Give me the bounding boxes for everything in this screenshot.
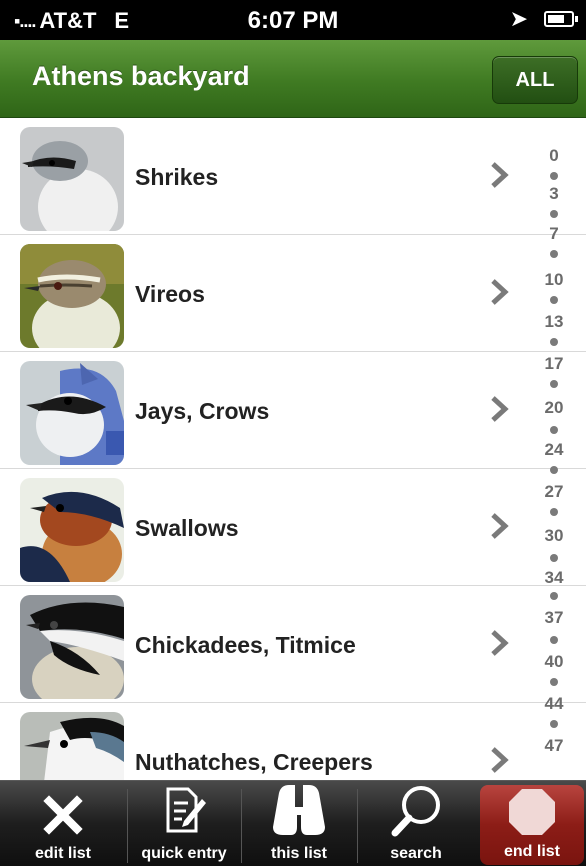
index-entry[interactable]: 37 (536, 608, 572, 628)
page-title: Athens backyard (32, 61, 250, 91)
index-entry[interactable]: 30 (536, 526, 572, 546)
index-entry[interactable]: 24 (536, 440, 572, 460)
swallow-thumbnail (20, 478, 124, 582)
bottom-toolbar: edit list quick entry this list search e… (0, 780, 586, 866)
index-entry[interactable]: 10 (536, 270, 572, 290)
blue-jay-thumbnail (20, 361, 124, 465)
list-item-label: Jays, Crows (135, 398, 270, 424)
index-dot (550, 678, 558, 686)
shrike-thumbnail (20, 127, 124, 231)
list-item[interactable]: Vireos (0, 235, 586, 352)
edit-document-icon (166, 787, 206, 833)
index-entry[interactable]: 27 (536, 482, 572, 502)
search-icon (391, 786, 440, 837)
chevron-right-icon (491, 630, 509, 656)
this-list-label: this list (270, 845, 327, 862)
index-dot (550, 172, 558, 180)
navigation-bar: Athens backyard ALL (0, 40, 586, 118)
section-index[interactable]: 0 3 7 10 13 17 20 24 27 30 34 37 40 44 4… (536, 146, 572, 766)
binoculars-icon (273, 785, 325, 835)
search-label: search (390, 845, 442, 862)
list-item-label: Shrikes (135, 164, 219, 190)
index-entry[interactable]: 7 (536, 224, 572, 244)
chickadee-thumbnail (20, 595, 124, 699)
index-entry[interactable]: 13 (536, 312, 572, 332)
index-dot (550, 554, 558, 562)
list-item-label: Swallows (135, 515, 239, 541)
quick-entry-label: quick entry (141, 845, 227, 862)
end-list-button[interactable]: end list (480, 785, 584, 865)
chevron-right-icon (491, 279, 509, 305)
index-entry[interactable]: 20 (536, 398, 572, 418)
search-button[interactable]: search (358, 781, 474, 866)
index-entry[interactable]: 40 (536, 652, 572, 672)
index-entry[interactable]: 44 (536, 694, 572, 714)
list-item-label: Chickadees, Titmice (135, 632, 356, 658)
chevron-right-icon (491, 513, 509, 539)
vireo-thumbnail (20, 244, 124, 348)
list-item-label: Vireos (135, 281, 205, 307)
index-dot (550, 636, 558, 644)
list-item[interactable]: Nuthatches, Creepers (0, 703, 586, 780)
index-dot (550, 380, 558, 388)
list-item-label: Nuthatches, Creepers (135, 749, 373, 775)
index-entry[interactable]: 17 (536, 354, 572, 374)
index-dot (550, 296, 558, 304)
index-dot (550, 250, 558, 258)
index-entry[interactable]: 3 (536, 184, 572, 204)
index-entry[interactable]: 34 (536, 568, 572, 588)
list-item[interactable]: Jays, Crows (0, 352, 586, 469)
index-dot (550, 720, 558, 728)
this-list-button[interactable]: this list (242, 781, 356, 866)
status-bar: ▪.... AT&T E 6:07 PM ➤ (0, 0, 586, 40)
chevron-right-icon (491, 747, 509, 773)
edit-list-button[interactable]: edit list (0, 781, 126, 866)
index-dot (550, 592, 558, 600)
index-dot (550, 210, 558, 218)
index-entry[interactable]: 47 (536, 736, 572, 756)
nuthatch-thumbnail (20, 712, 124, 780)
status-time: 6:07 PM (247, 7, 339, 34)
battery-icon (544, 11, 578, 27)
quick-entry-button[interactable]: quick entry (128, 781, 240, 866)
close-x-icon (43, 795, 83, 835)
index-dot (550, 466, 558, 474)
location-arrow-icon: ➤ (509, 6, 528, 31)
index-dot (550, 338, 558, 346)
list-item[interactable]: Chickadees, Titmice (0, 586, 586, 703)
list-item[interactable]: Shrikes (0, 118, 586, 235)
end-list-label: end list (503, 843, 560, 860)
stop-sign-icon (509, 789, 555, 835)
chevron-right-icon (491, 396, 509, 422)
index-dot (550, 508, 558, 516)
list-item[interactable]: Swallows (0, 469, 586, 586)
all-button[interactable]: ALL (492, 56, 578, 104)
chevron-right-icon (491, 162, 509, 188)
index-entry[interactable]: 0 (536, 146, 572, 166)
edit-list-label: edit list (34, 845, 91, 862)
bird-group-list: Shrikes Vireos Jays, Crows Swallows Chic… (0, 118, 586, 780)
index-dot (550, 426, 558, 434)
